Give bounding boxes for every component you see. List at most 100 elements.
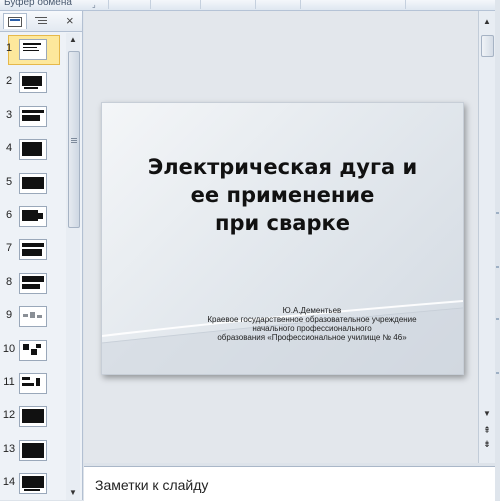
thumbnail-preview (19, 272, 47, 294)
slides-tab[interactable] (3, 13, 27, 29)
thumbnail-preview (19, 406, 47, 428)
slide-number: 1 (5, 42, 13, 54)
slide-thumbnail[interactable]: 5 (0, 169, 66, 199)
slide-subtitle: Ю.А.Дементьев Краевое государственное об… (162, 306, 462, 342)
slide-thumbnail[interactable]: 7 (0, 235, 66, 265)
ribbon-separator (108, 0, 109, 9)
edge-marker (496, 212, 499, 214)
thumbnail-preview (19, 39, 47, 60)
grip-line (71, 138, 77, 139)
slide-number: 8 (5, 275, 13, 288)
scroll-up-arrow[interactable]: ▲ (479, 15, 495, 29)
thumbnail-content (22, 409, 44, 424)
thumbnail-content (22, 383, 34, 386)
slide-thumbnail[interactable]: 2 (0, 68, 66, 98)
previous-slide-icon[interactable]: ⇞ (479, 425, 495, 435)
thumbnail-content (22, 114, 40, 121)
thumbnail-content (22, 442, 44, 458)
org-line: образования «Профессиональное училище № … (217, 333, 407, 342)
ribbon-separator (255, 0, 256, 9)
scrollbar-thumb[interactable] (481, 35, 494, 57)
notes-pane[interactable]: Заметки к слайду (84, 466, 495, 501)
thumbnail-content (22, 210, 38, 221)
slide-number: 3 (5, 108, 13, 121)
thumbnail-content (22, 76, 42, 87)
org-line: Краевое государственное образовательное … (207, 315, 417, 324)
current-slide[interactable]: Электрическая дуга и ее применение при с… (101, 102, 464, 375)
thumbnail-preview (19, 172, 47, 194)
slide-thumbnail[interactable]: 1 (0, 35, 66, 65)
thumbnail-content (24, 87, 38, 90)
slide-editing-area: Электрическая дуга и ее применение при с… (84, 11, 478, 463)
thumbnail-content (23, 50, 39, 51)
thumbnail-preview (19, 239, 47, 261)
thumbnail-content (22, 249, 42, 257)
edge-marker (496, 372, 499, 374)
thumbnail-content (36, 343, 41, 348)
slides-icon (8, 16, 22, 27)
slide-thumbnail[interactable]: 11 (0, 369, 66, 399)
slide-number: 11 (3, 376, 15, 388)
thumbnail-content (22, 476, 44, 489)
thumbnail-content (22, 142, 42, 157)
slide-thumbnail[interactable]: 10 (0, 336, 66, 366)
thumbnail-content (23, 47, 37, 48)
scrollbar-thumb[interactable] (68, 51, 80, 228)
thumbnail-content (22, 176, 44, 189)
thumbnail-preview (19, 72, 47, 94)
slide-thumbnail[interactable]: 9 (0, 302, 66, 332)
edge-marker (496, 266, 499, 268)
slide-number: 13 (2, 442, 16, 455)
panel-tabs: × (0, 11, 82, 32)
thumbnail-content (23, 343, 29, 350)
thumbnail-preview (19, 306, 47, 328)
close-icon[interactable]: × (66, 14, 74, 27)
ribbon-separator (300, 0, 301, 9)
thumbnail-preview (19, 373, 47, 394)
slide-thumbnail[interactable]: 13 (0, 436, 66, 466)
slide-thumbnail[interactable]: 4 (0, 135, 66, 165)
main-scrollbar[interactable]: ▲ ▼ ⇞ ⇟ (478, 11, 495, 463)
slide-thumbnail[interactable]: 8 (0, 269, 66, 299)
slide-thumbnail[interactable]: 12 (0, 402, 66, 432)
next-slide-icon[interactable]: ⇟ (479, 439, 495, 449)
thumbnail-content (30, 312, 35, 319)
thumbnail-content (22, 377, 30, 380)
thumbnail-preview (19, 473, 47, 495)
thumbnail-content (22, 109, 44, 113)
panel-scrollbar[interactable]: ▲ ▼ (66, 33, 80, 500)
thumbnail-content (38, 213, 43, 219)
slide-number: 6 (5, 209, 13, 221)
slide-number: 14 (2, 476, 16, 489)
slide-thumbnail[interactable]: 14 (0, 469, 66, 499)
slide-thumbnail[interactable]: 6 (0, 202, 66, 232)
grip-line (71, 142, 77, 143)
thumbnail-content (22, 243, 44, 248)
edge-marker (496, 318, 499, 320)
ribbon-separator (150, 0, 151, 9)
notes-placeholder[interactable]: Заметки к слайду (95, 477, 208, 493)
slide-number: 9 (5, 309, 13, 322)
thumbnail-content (36, 378, 40, 386)
thumbnail-content (37, 315, 42, 319)
thumbnail-preview (19, 105, 47, 127)
author-name: Ю.А.Дементьев (282, 306, 342, 315)
slides-panel: × 1 2 3 4 5 6 7 8 9 10 11 12 13 14 ▲ ▼ (0, 11, 83, 500)
slide-number: 4 (5, 142, 13, 155)
scroll-down-arrow[interactable]: ▼ (479, 407, 495, 421)
slide-thumbnail[interactable]: 3 (0, 102, 66, 132)
thumbnail-content (31, 348, 37, 355)
thumbnail-preview (19, 339, 47, 361)
slide-number: 12 (2, 409, 16, 422)
scroll-up-arrow[interactable]: ▲ (66, 33, 80, 47)
slide-number: 5 (5, 175, 13, 188)
slide-number: 2 (5, 75, 13, 88)
dialog-launcher-icon[interactable]: ⌟ (92, 0, 96, 9)
window-edge (495, 0, 500, 500)
slide-number: 10 (2, 342, 16, 355)
ribbon-separator (405, 0, 406, 9)
clipboard-group-label: Буфер обмена (4, 0, 72, 8)
thumbnail-content (24, 489, 40, 492)
outline-tab[interactable] (30, 13, 52, 28)
scroll-down-arrow[interactable]: ▼ (66, 486, 80, 500)
